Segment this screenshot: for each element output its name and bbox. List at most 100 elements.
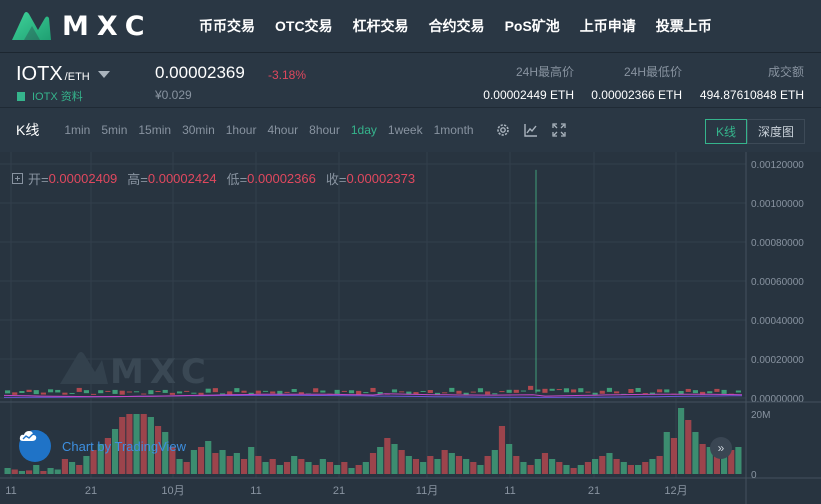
settings-gear-icon[interactable] <box>495 122 511 138</box>
volume-bar-down <box>341 462 348 474</box>
pair-selector[interactable]: IOTX /ETH <box>16 63 110 86</box>
candle-up <box>98 390 104 394</box>
interval-8hour[interactable]: 8hour <box>309 123 340 137</box>
nav-item-listing-apply[interactable]: 上币申请 <box>580 16 636 36</box>
price-axis-tick-label: 0.00100000 <box>751 199 804 210</box>
interval-30min[interactable]: 30min <box>182 123 215 137</box>
volume-bar-down <box>312 465 319 474</box>
kline-chart[interactable]: 0.00120000 0.00100000 0.00080000 0.00060000… <box>0 152 821 504</box>
candle-up <box>477 388 484 393</box>
interval-1day[interactable]: 1day <box>351 123 377 137</box>
volume-bar-down <box>570 468 577 474</box>
volume-bar-up <box>735 447 742 474</box>
candle-down <box>241 390 247 393</box>
candle-down <box>62 392 68 395</box>
volume-bar-up <box>348 468 355 474</box>
nav-item-spot[interactable]: 币币交易 <box>199 16 255 36</box>
volume-bar-up <box>463 459 470 474</box>
ticker-bar: IOTX /ETH IOTX 资料 0.00002369 -3.18% ¥0.0… <box>0 52 821 107</box>
price-axis-tick-label: 0.00020000 <box>751 355 804 366</box>
tradingview-attribution[interactable]: Chart by TradingView <box>19 430 186 462</box>
volume-bar-down <box>76 465 83 474</box>
pair-quote: /ETH <box>64 71 90 83</box>
candle-down <box>442 392 448 394</box>
candle-down <box>313 388 319 393</box>
volume-bar-up <box>219 450 226 474</box>
candle-up <box>19 390 25 393</box>
view-tab-depth[interactable]: 深度图 <box>746 119 805 144</box>
price-axis-tick-label: 0.00000000 <box>751 394 804 405</box>
volume-bar-down <box>240 459 248 474</box>
high-value: 0.00002424 <box>147 171 217 186</box>
volume-bar-down <box>355 465 362 474</box>
coin-info-link[interactable]: IOTX 资料 <box>17 88 83 104</box>
volume-bar-up <box>205 441 212 474</box>
volume-bar-up <box>248 447 255 474</box>
stat-24h-high: 24H最高价 0.00002449 ETH <box>482 63 574 102</box>
volume-bar-down <box>685 420 692 474</box>
volume-bar-up <box>362 462 369 474</box>
candle-up <box>492 393 498 395</box>
candle-down <box>585 391 591 393</box>
volume-bar-down <box>541 453 549 474</box>
mxc-logo-icon <box>12 12 51 40</box>
interval-4hour[interactable]: 4hour <box>267 123 298 137</box>
volume-bar-up <box>262 462 269 474</box>
candle-up <box>320 390 326 393</box>
candle-up <box>148 390 154 395</box>
candle-up <box>112 389 118 394</box>
volume-bar-down <box>255 456 262 474</box>
nav-item-pos[interactable]: PoS矿池 <box>505 16 560 36</box>
scroll-to-latest-button[interactable]: » <box>710 437 732 459</box>
candle-up <box>334 389 340 394</box>
time-axis-tick-label: 21 <box>333 485 345 497</box>
interval-1week[interactable]: 1week <box>388 123 423 137</box>
volume-bar-up <box>54 469 61 474</box>
view-tab-kline[interactable]: K线 <box>704 119 747 144</box>
candle-up <box>391 389 398 393</box>
candle-up <box>205 388 211 393</box>
fullscreen-icon[interactable] <box>551 122 567 138</box>
nav-item-otc[interactable]: OTC交易 <box>275 16 333 36</box>
candle-down <box>119 390 125 395</box>
candle-up <box>291 389 297 393</box>
candle-up <box>420 390 426 392</box>
volume-bar-up <box>276 465 283 474</box>
price-axis-tick-label: 0.00080000 <box>751 238 804 249</box>
tradingview-label: Chart by TradingView <box>62 438 187 454</box>
candle-up <box>606 387 613 392</box>
volume-bar-up <box>291 456 298 474</box>
stat-value: 494.87610848 ETH <box>699 88 804 102</box>
chart-title: K线 <box>16 122 40 138</box>
volume-bar-down <box>699 444 706 474</box>
nav-item-vote-listing[interactable]: 投票上币 <box>656 16 712 36</box>
price-axis-tick-label: 0.00040000 <box>751 316 804 327</box>
candle-down <box>255 390 261 394</box>
open-label: 开= <box>28 172 49 187</box>
candle-down <box>685 388 691 392</box>
candle-down <box>456 390 462 394</box>
volume-bar-down <box>40 471 47 474</box>
volume-bar-down <box>656 456 663 474</box>
candle-down <box>399 391 405 393</box>
interval-5min[interactable]: 5min <box>101 123 127 137</box>
interval-15min[interactable]: 15min <box>138 123 171 137</box>
candle-down <box>599 390 605 394</box>
volume-bar-down <box>527 465 534 474</box>
nav-item-margin[interactable]: 杠杆交易 <box>353 16 409 36</box>
volume-bar-up <box>606 453 613 474</box>
volume-bar-down <box>599 456 606 474</box>
volume-bar-up <box>563 465 570 474</box>
expand-plus-icon[interactable] <box>12 173 23 184</box>
volume-bar-down <box>183 462 190 474</box>
interval-1min[interactable]: 1min <box>64 123 90 137</box>
interval-1month[interactable]: 1month <box>434 123 474 137</box>
low-label: 低= <box>226 172 248 187</box>
indicator-chart-icon[interactable] <box>523 122 539 138</box>
candle-up <box>520 390 527 392</box>
candle-up <box>707 391 713 394</box>
brand-logo[interactable]: MXC <box>10 10 185 42</box>
volume-bar-down <box>384 438 391 474</box>
interval-1hour[interactable]: 1hour <box>226 123 257 137</box>
nav-item-contract[interactable]: 合约交易 <box>429 16 485 36</box>
